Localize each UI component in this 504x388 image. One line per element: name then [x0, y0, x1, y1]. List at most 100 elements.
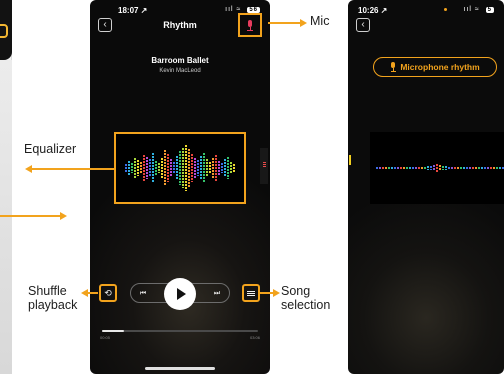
- song-selection-annotation: Song selection: [281, 284, 330, 313]
- back-button-right[interactable]: ‹: [356, 18, 370, 32]
- equalizer-bar: [454, 167, 456, 169]
- equalizer-bar: [149, 159, 151, 177]
- mic-equalizer-visualizer[interactable]: [370, 132, 504, 204]
- shuffle-repeat-icon: ⟲: [104, 287, 112, 298]
- equalizer-bar: [382, 167, 384, 169]
- equalizer-bar: [209, 162, 211, 174]
- equalizer-bar: [400, 167, 402, 169]
- highlighted-button-edge: [0, 24, 8, 38]
- equalizer-visualizer[interactable]: [114, 132, 246, 204]
- equalizer-bar: [481, 167, 483, 169]
- equalizer-bar: [158, 163, 160, 173]
- equalizer-annotation-line: [31, 168, 115, 170]
- play-icon: [177, 288, 186, 300]
- equalizer-bar: [206, 159, 208, 177]
- equalizer-bar: [397, 167, 399, 169]
- previous-button[interactable]: ⏮: [136, 287, 150, 301]
- battery-icon: 5: [485, 7, 494, 13]
- equalizer-bar: [146, 157, 148, 179]
- signal-wifi-icons: ııl ≈: [225, 6, 242, 13]
- next-button[interactable]: ⏭: [210, 287, 224, 301]
- equalizer-bar: [376, 167, 378, 169]
- play-button[interactable]: [164, 278, 196, 310]
- microphone-rhythm-button[interactable]: Microphone rhythm: [373, 57, 497, 77]
- status-icons-right: ııl ≈ 5: [463, 6, 494, 13]
- mic-annotation: Mic: [310, 14, 330, 28]
- signal-wifi-icons: ııl ≈: [463, 6, 480, 13]
- equalizer-bar: [457, 167, 459, 169]
- equalizer-bar: [173, 162, 175, 174]
- next-visualizer-peek[interactable]: [260, 148, 268, 184]
- microphone-icon: [247, 19, 253, 31]
- status-time-right: 10:26 ↗: [358, 6, 388, 15]
- equalizer-bar: [409, 167, 411, 169]
- shuffle-annotation: Shuffle playback: [28, 284, 77, 313]
- home-indicator: [145, 367, 215, 370]
- equalizer-bar: [433, 165, 435, 171]
- microphone-icon: [390, 62, 396, 72]
- progress-bar[interactable]: [102, 330, 258, 332]
- equalizer-bar: [424, 167, 426, 169]
- equalizer-bar: [412, 167, 414, 169]
- equalizer-bar: [463, 167, 465, 169]
- left-phone-edge: [0, 0, 12, 374]
- status-time: 18:07 ↗: [118, 6, 148, 15]
- equalizer-bar: [490, 167, 492, 169]
- equalizer-bar: [403, 167, 405, 169]
- equalizer-bar: [475, 167, 477, 169]
- elapsed-time: 00:05: [100, 335, 111, 340]
- skip-previous-icon: ⏮: [139, 290, 147, 297]
- mic-button[interactable]: [238, 13, 262, 37]
- equalizer-bar: [170, 159, 172, 177]
- equalizer-bar: [218, 161, 220, 175]
- equalizer-bar: [421, 167, 423, 169]
- song-annotation-line2: selection: [281, 298, 331, 313]
- equalizer-bar: [212, 158, 214, 178]
- song-annotation-line1: Song: [281, 284, 311, 298]
- equalizer-bar: [230, 162, 232, 174]
- left-annotation-line: [0, 215, 62, 217]
- equalizer-bar: [221, 163, 223, 173]
- equalizer-bar: [394, 167, 396, 169]
- equalizer-bar: [194, 158, 196, 178]
- equalizer-bar: [436, 164, 438, 172]
- equalizer-bar: [439, 165, 441, 171]
- equalizer-bar: [131, 163, 133, 173]
- shuffle-annotation-line2: playback: [28, 298, 78, 313]
- equalizer-bar: [197, 160, 199, 176]
- equalizer-bar: [191, 154, 193, 182]
- equalizer-bar: [415, 167, 417, 169]
- equalizer-bar: [448, 167, 450, 169]
- equalizer-bar: [472, 167, 474, 169]
- equalizer-bar: [140, 162, 142, 174]
- divider-tick: [349, 155, 351, 165]
- equalizer-bar: [493, 167, 495, 169]
- equalizer-bar: [134, 158, 136, 178]
- microphone-rhythm-label: Microphone rhythm: [400, 62, 480, 72]
- equalizer-bar: [460, 167, 462, 169]
- equalizer-bar: [385, 167, 387, 169]
- shuffle-button[interactable]: ⟲: [99, 284, 117, 302]
- equalizer-bar: [188, 149, 190, 187]
- rhythm-screen: 18:07 ↗ ııl ≈ 56 ‹ Rhythm Barroom Ballet…: [90, 0, 270, 374]
- skip-next-icon: ⏭: [213, 290, 221, 297]
- equalizer-bar: [203, 153, 205, 183]
- left-phone-body: [0, 60, 12, 374]
- equalizer-bar: [391, 167, 393, 169]
- song-annotation-arrow: [273, 289, 280, 297]
- progress-fill: [102, 330, 124, 332]
- song-title: Barroom Ballet: [151, 56, 209, 65]
- equalizer-bar: [167, 154, 169, 182]
- equalizer-bar: [185, 145, 187, 191]
- song-artist: Kevin MacLeod: [159, 68, 201, 74]
- equalizer-bar: [442, 166, 444, 170]
- equalizer-bar: [176, 156, 178, 180]
- equalizer-bar: [137, 160, 139, 176]
- equalizer-bar: [430, 166, 432, 170]
- equalizer-bar: [427, 166, 429, 170]
- mic-annotation-line: [268, 22, 302, 24]
- equalizer-bar: [143, 155, 145, 181]
- recording-dot: [444, 8, 447, 11]
- equalizer-bar: [445, 166, 447, 170]
- left-annotation-arrow: [60, 212, 67, 220]
